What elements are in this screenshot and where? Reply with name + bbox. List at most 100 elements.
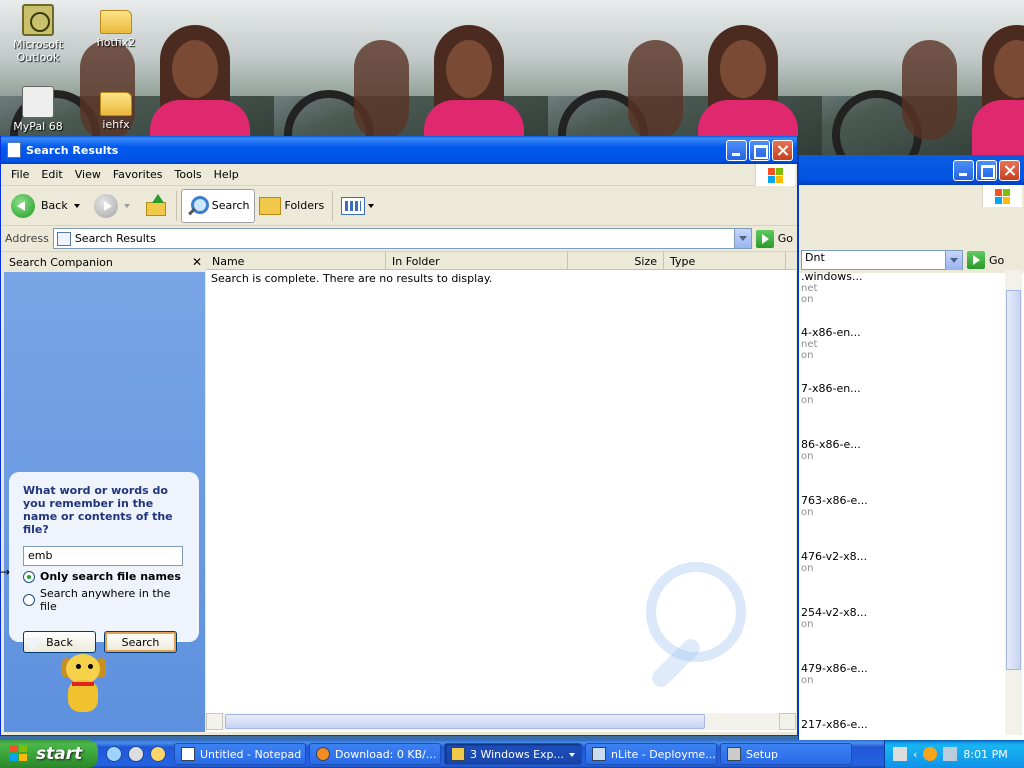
close-icon[interactable]: ✕ — [189, 255, 205, 269]
desktop-icon-hotfix2[interactable]: hotfix2 — [78, 4, 154, 49]
go-label: Go — [989, 253, 1005, 267]
windows-flag-icon — [10, 745, 30, 763]
messenger-icon[interactable] — [150, 746, 166, 762]
background-window-toolbar — [799, 209, 1024, 247]
maximize-button[interactable] — [749, 139, 770, 161]
menu-tools[interactable]: Tools — [169, 166, 208, 183]
search-input[interactable]: emb — [23, 546, 183, 566]
column-type[interactable]: Type — [664, 252, 786, 270]
column-size[interactable]: Size — [568, 252, 664, 270]
close-button[interactable] — [999, 159, 1020, 181]
taskbar-item-download[interactable]: Download: 0 KB/... — [309, 743, 441, 765]
background-window-menubar — [799, 185, 1024, 209]
list-item[interactable]: 7-x86-en... on — [799, 382, 1007, 438]
background-go-button[interactable]: Go — [967, 251, 1004, 269]
radio-selected-icon[interactable] — [23, 570, 35, 583]
chevron-down-icon[interactable] — [368, 203, 375, 211]
setup-icon — [727, 747, 741, 761]
start-label: start — [36, 744, 83, 764]
go-arrow-icon — [967, 251, 985, 269]
background-explorer-window[interactable]: Dnt Go .windows... net on 4-x86-en... net on… — [798, 155, 1024, 740]
chevron-down-icon[interactable] — [945, 251, 962, 270]
quick-launch — [98, 746, 174, 762]
up-folder-button[interactable] — [140, 189, 172, 223]
maximize-button[interactable] — [976, 159, 997, 181]
list-item[interactable]: 254-v2-x8... on — [799, 606, 1007, 662]
list-item[interactable]: 86-x86-e... on — [799, 438, 1007, 494]
views-button[interactable] — [337, 189, 384, 223]
search-dog-icon[interactable] — [56, 652, 116, 722]
background-address-input[interactable]: Dnt — [801, 250, 963, 270]
list-item[interactable]: 476-v2-x8... on — [799, 550, 1007, 606]
list-item[interactable]: 4-x86-en... net on — [799, 326, 1007, 382]
back-label: Back — [41, 199, 68, 212]
results-list-view[interactable]: Name In Folder Size Type Search is compl… — [206, 252, 796, 732]
chevron-down-icon[interactable] — [73, 203, 80, 211]
scroll-thumb[interactable] — [225, 714, 705, 729]
scroll-right-icon[interactable] — [779, 713, 796, 730]
desktop-icon-label: hotfix2 — [96, 36, 136, 49]
keyboard-icon[interactable] — [893, 747, 907, 761]
chevron-down-icon[interactable] — [733, 229, 751, 248]
desktop-icon-mypal[interactable]: MyPal 68 — [0, 86, 76, 133]
forward-button[interactable] — [90, 189, 140, 223]
taskbar-item-nlite[interactable]: nLite - Deployme... — [585, 743, 717, 765]
start-button[interactable]: start — [0, 740, 98, 768]
radio-only-file-names[interactable]: Only search file names — [23, 570, 185, 583]
go-button[interactable]: Go — [755, 229, 793, 248]
menu-bar: File Edit View Favorites Tools Help — [1, 164, 797, 186]
radio-icon[interactable] — [23, 594, 35, 606]
scroll-left-icon[interactable] — [206, 713, 223, 730]
minimize-button[interactable] — [953, 159, 974, 181]
media-player-icon[interactable] — [128, 746, 144, 762]
desktop-icon-label: MyPal 68 — [13, 120, 63, 133]
back-button[interactable]: Back — [7, 189, 90, 223]
clock[interactable]: 8:01 PM — [963, 748, 1007, 761]
menu-help[interactable]: Help — [208, 166, 245, 183]
close-button[interactable] — [772, 139, 793, 161]
search-question: What word or words do you remember in th… — [23, 484, 173, 536]
folders-button[interactable]: Folders — [255, 189, 329, 223]
volume-icon[interactable] — [943, 747, 958, 761]
internet-explorer-icon[interactable] — [106, 746, 122, 762]
address-value: Search Results — [74, 232, 156, 245]
chevron-left-icon[interactable]: ‹ — [913, 748, 917, 761]
companion-back-button[interactable]: Back — [23, 631, 96, 653]
column-in-folder[interactable]: In Folder — [386, 252, 568, 270]
background-window-titlebar[interactable] — [799, 155, 1024, 185]
address-input[interactable]: Search Results — [52, 228, 752, 249]
standard-toolbar: Back Search Folders — [1, 186, 797, 226]
up-folder-icon — [144, 193, 168, 218]
desktop-icon-outlook[interactable]: Microsoft Outlook — [0, 4, 76, 64]
list-item[interactable]: 479-x86-e... on — [799, 662, 1007, 718]
menu-edit[interactable]: Edit — [35, 166, 68, 183]
menu-view[interactable]: View — [69, 166, 107, 183]
search-label: Search — [211, 199, 250, 212]
list-item[interactable]: 763-x86-e... on — [799, 494, 1007, 550]
menu-file[interactable]: File — [5, 166, 35, 183]
radio-anywhere-in-file[interactable]: Search anywhere in the file — [23, 587, 185, 613]
network-icon[interactable] — [923, 747, 938, 761]
desktop-icon-iehfx[interactable]: iehfx — [78, 86, 154, 131]
folder-icon — [100, 92, 132, 116]
horizontal-scrollbar[interactable] — [206, 713, 796, 730]
scroll-thumb[interactable] — [1006, 290, 1021, 670]
folder-icon — [100, 10, 132, 34]
chevron-down-icon[interactable] — [123, 203, 130, 211]
window-titlebar[interactable]: Search Results — [1, 136, 797, 164]
taskbar-item-setup[interactable]: Setup — [720, 743, 852, 765]
companion-search-button[interactable]: Search — [104, 631, 177, 653]
back-arrow-icon — [11, 193, 35, 218]
taskbar-item-notepad[interactable]: Untitled - Notepad — [174, 743, 306, 765]
search-button[interactable]: Search — [180, 188, 255, 223]
mypal-shortcut-icon — [22, 86, 54, 118]
taskbar-item-windows-explorer[interactable]: 3 Windows Exp... — [444, 743, 582, 765]
address-label: Address — [5, 232, 49, 245]
minimize-button[interactable] — [726, 139, 747, 161]
menu-favorites[interactable]: Favorites — [107, 166, 169, 183]
folders-icon — [258, 196, 281, 215]
column-name[interactable]: Name — [206, 252, 386, 270]
vertical-scrollbar[interactable] — [1005, 270, 1022, 735]
windows-flag-icon — [982, 185, 1022, 207]
list-item[interactable]: .windows... net on — [799, 270, 1007, 326]
